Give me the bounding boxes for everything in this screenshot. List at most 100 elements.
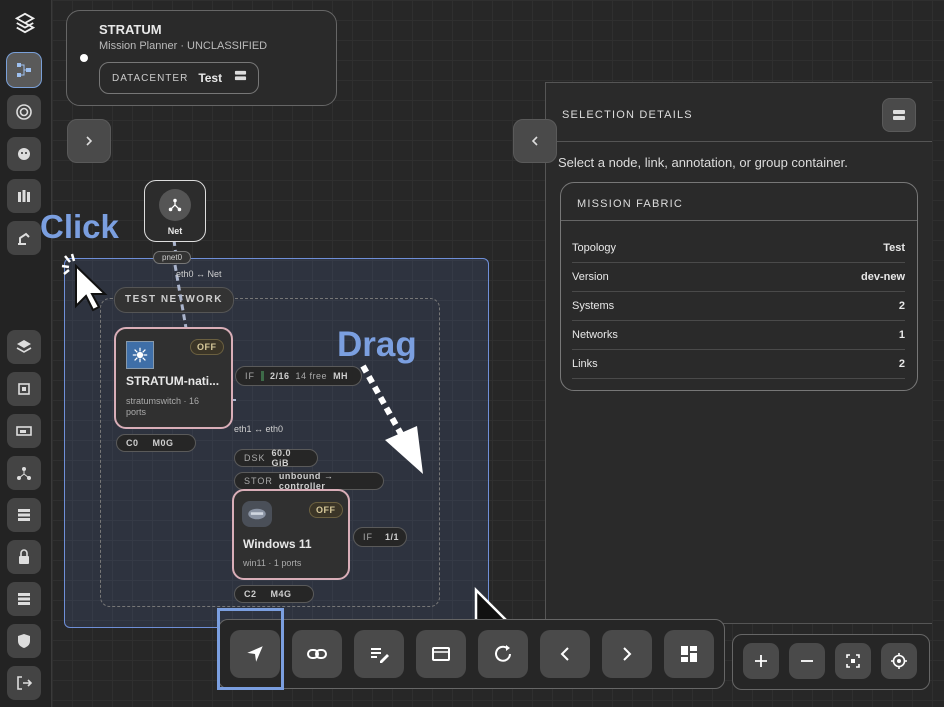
topology-view-button[interactable]	[7, 53, 41, 87]
target-icon-button[interactable]	[7, 95, 41, 129]
card-title-divider	[561, 220, 917, 221]
vm-interfaces-pill[interactable]: IF 1/1	[353, 527, 407, 547]
datacenter-label: DATACENTER	[112, 72, 189, 84]
zoom-out-button[interactable]	[789, 643, 825, 679]
switch-name: STRATUM-nati...	[126, 374, 220, 388]
vm-node[interactable]: OFF Windows 11 win11 · 1 ports	[232, 489, 350, 580]
fabric-row-topology: Topology Test	[572, 233, 905, 263]
if-free: 14 free	[295, 371, 328, 381]
collapse-details-button[interactable]	[513, 119, 557, 163]
switch-status-badge: OFF	[190, 339, 224, 355]
refresh-icon	[495, 645, 511, 662]
select-tool-button[interactable]	[230, 630, 280, 678]
server-icon	[893, 110, 905, 120]
vm-cpu: C2	[244, 589, 257, 599]
details-header-divider	[546, 141, 932, 142]
datacenter-selector[interactable]: DATACENTER Test	[99, 62, 259, 94]
center-view-button[interactable]	[881, 643, 917, 679]
link-label-eth0-net: eth0 ↔ Net	[176, 269, 222, 279]
fabric-row-links: Links 2	[572, 349, 905, 379]
if-tag: MH	[333, 371, 349, 381]
vm-disk-pill[interactable]: DSK 60.0 GiB	[234, 448, 318, 468]
next-button[interactable]	[602, 630, 652, 678]
rectangle-icon	[432, 647, 450, 661]
disk-key: DSK	[244, 453, 266, 463]
server-icon	[234, 69, 247, 87]
net-node[interactable]: Net	[144, 180, 206, 242]
row-value: dev-new	[860, 270, 905, 283]
app-subtitle: Mission Planner · UNCLASSIFIED	[99, 40, 268, 52]
navigation-arrow-icon	[247, 646, 263, 662]
chevron-left-icon	[531, 136, 538, 146]
dashboard-icon	[681, 646, 697, 662]
link-icon	[307, 649, 327, 659]
cpu-icon-button[interactable]	[7, 372, 41, 406]
plus-icon	[755, 655, 767, 667]
vm-resources-pill[interactable]: C2 M4G	[234, 585, 314, 603]
expand-left-panel-button[interactable]	[67, 119, 111, 163]
previous-button[interactable]	[540, 630, 590, 678]
minus-icon	[801, 660, 813, 662]
if-value: 2/16	[270, 371, 290, 381]
storage-icon-button[interactable]	[7, 498, 41, 532]
switch-node[interactable]: OFF STRATUM-nati... stratumswitch · 16 p…	[114, 327, 233, 429]
zoom-in-button[interactable]	[743, 643, 779, 679]
switch-resources-pill[interactable]: C0 M0G	[116, 434, 196, 452]
app-header-card: STRATUM Mission Planner · UNCLASSIFIED D…	[66, 10, 337, 106]
vm-if-value: 1/1	[385, 532, 400, 542]
drag-arrow-icon	[360, 364, 423, 474]
left-rail	[0, 0, 52, 707]
app-title: STRATUM	[99, 22, 162, 37]
status-dot	[80, 54, 88, 62]
shield-icon-button[interactable]	[7, 624, 41, 658]
crosshair-icon	[891, 653, 907, 669]
stratum-logo-icon	[14, 12, 36, 34]
if-usage-bar-icon	[261, 371, 264, 381]
row-value: 2	[898, 357, 905, 370]
fabric-row-version: Version dev-new	[572, 262, 905, 292]
click-annotation: Click	[40, 208, 119, 245]
switch-cpu: C0	[126, 438, 139, 448]
fabric-row-systems: Systems 2	[572, 291, 905, 321]
annotation-tool-button[interactable]	[354, 630, 404, 678]
vm-status-badge: OFF	[309, 502, 343, 518]
datacenter-value: Test	[198, 71, 223, 85]
row-value: 2	[898, 299, 905, 312]
refresh-button[interactable]	[478, 630, 528, 678]
vm-desc: win11 · 1 ports	[243, 558, 302, 568]
layers-icon-button[interactable]	[7, 330, 41, 364]
nic-icon-button[interactable]	[7, 414, 41, 448]
row-value: 1	[898, 328, 905, 341]
network-icon-button[interactable]	[7, 456, 41, 490]
switch-interfaces-pill[interactable]: IF 2/16 14 free MH	[235, 366, 362, 386]
vm-if-key: IF	[363, 532, 373, 542]
fit-screen-icon	[846, 654, 860, 668]
robot-arm-icon-button[interactable]	[7, 221, 41, 255]
switch-icon	[126, 341, 154, 369]
layout-button[interactable]	[664, 630, 714, 678]
ammo-icon-button[interactable]	[7, 179, 41, 213]
details-server-button[interactable]	[882, 98, 916, 132]
stor-key: STOR	[244, 476, 273, 486]
link-tool-button[interactable]	[292, 630, 342, 678]
servers-icon-button[interactable]	[7, 582, 41, 616]
if-key: IF	[245, 371, 255, 381]
row-key: Systems	[572, 299, 615, 312]
row-key: Version	[572, 270, 609, 283]
mission-fabric-title: MISSION FABRIC	[577, 198, 684, 210]
details-hint: Select a node, link, annotation, or grou…	[558, 155, 848, 170]
click-cursor-icon	[61, 253, 108, 312]
fabric-row-networks: Networks 1	[572, 320, 905, 350]
edit-note-icon	[371, 648, 389, 663]
fit-view-button[interactable]	[835, 643, 871, 679]
lock-icon-button[interactable]	[7, 540, 41, 574]
group-tool-button[interactable]	[416, 630, 466, 678]
vm-mem: M4G	[270, 589, 292, 599]
switch-desc: stratumswitch · 16 ports	[126, 396, 200, 417]
row-value: Test	[883, 241, 905, 254]
row-key: Topology	[572, 241, 617, 254]
logout-icon-button[interactable]	[7, 666, 41, 700]
switch-mem: M0G	[152, 438, 174, 448]
group-label[interactable]: TEST NETWORK	[114, 287, 234, 313]
bot-icon-button[interactable]	[7, 137, 41, 171]
